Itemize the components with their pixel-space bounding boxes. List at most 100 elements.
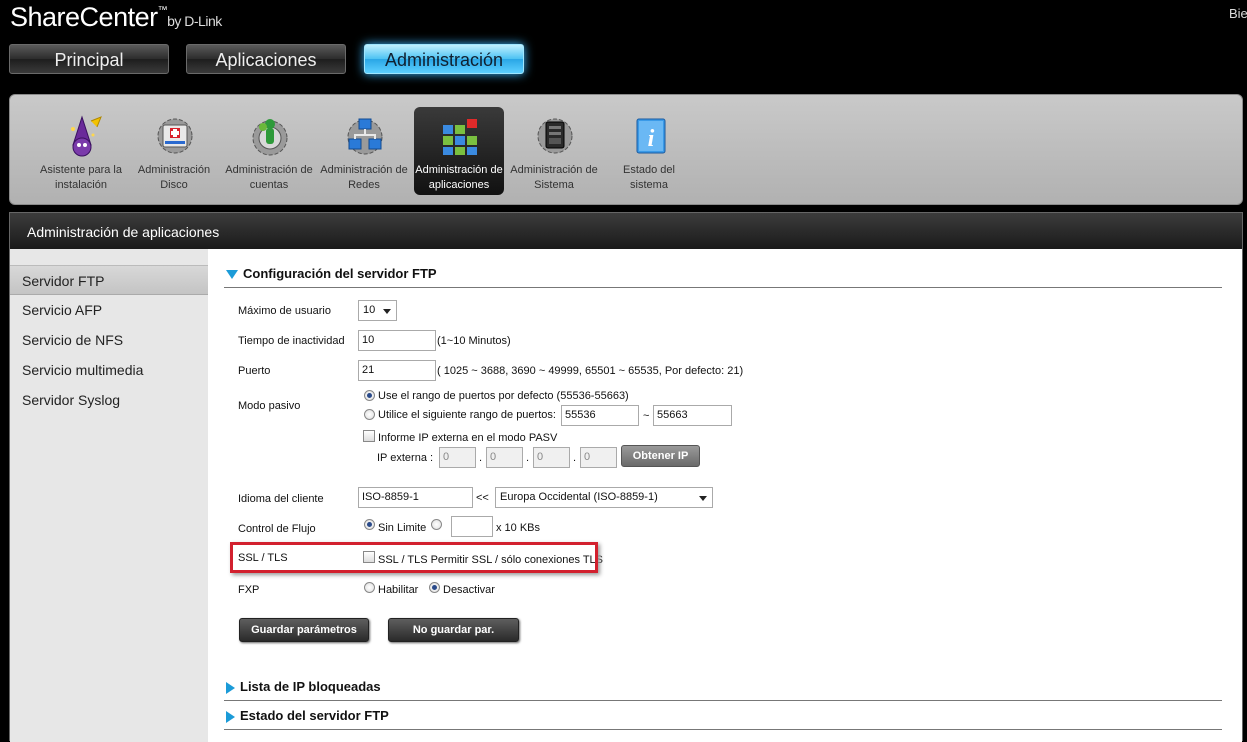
range-to-input[interactable]: 55663	[653, 405, 732, 426]
section-title: Lista de IP bloqueadas	[240, 679, 381, 694]
ip-dot: .	[573, 452, 577, 464]
client-lang-input[interactable]: ISO-8859-1	[358, 487, 473, 508]
toolbar-item-status[interactable]: i Estado del sistema	[604, 107, 694, 195]
welcome-text: Bie	[1229, 6, 1247, 21]
tab-aplicaciones[interactable]: Aplicaciones	[186, 44, 346, 74]
svg-text:i: i	[648, 126, 655, 152]
fxp-enable-text: Habilitar	[378, 584, 419, 596]
apps-icon	[443, 119, 477, 155]
disk-admin-icon	[157, 118, 193, 154]
sidebar: Servidor FTP Servicio AFP Servicio de NF…	[10, 249, 208, 742]
brand-by: by D-Link	[167, 13, 222, 29]
toolbar-item-label: Administración Disco	[137, 164, 211, 191]
passive-custom-radio[interactable]	[364, 409, 375, 420]
toolbar-item-wizard[interactable]: Asistente para la instalación	[36, 107, 126, 195]
range-separator: ~	[643, 410, 650, 422]
collapse-arrow-icon	[226, 270, 238, 280]
ip-octet-1[interactable]: 0	[439, 447, 476, 468]
external-ip-label: IP externa :	[377, 452, 434, 464]
range-from-input[interactable]: 55536	[561, 405, 639, 426]
max-users-value: 10	[363, 304, 376, 316]
sidebar-item-nfs[interactable]: Servicio de NFS	[10, 325, 208, 355]
fxp-enable-radio[interactable]	[364, 582, 375, 593]
report-ip-checkbox[interactable]	[363, 430, 375, 442]
toolbar-item-system[interactable]: Administración de Sistema	[509, 107, 599, 195]
idle-hint: (1~10 Minutos)	[437, 335, 511, 347]
toolbar-item-label: Administración de aplicaciones	[415, 164, 503, 191]
client-lang-option: Europa Occidental (ISO-8859-1)	[500, 491, 658, 503]
section-title: Estado del servidor FTP	[240, 708, 389, 723]
panel-title: Administración de aplicaciones	[10, 213, 1242, 249]
passive-default-radio[interactable]	[364, 390, 375, 401]
client-lang-label: Idioma del cliente	[238, 493, 324, 505]
expand-arrow-icon	[226, 681, 235, 694]
toolbar-item-network[interactable]: Administración de Redes	[319, 107, 409, 195]
app-header: ShareCenter™by D-Link Bie Principal Apli…	[0, 0, 1247, 86]
sidebar-item-syslog[interactable]: Servidor Syslog	[10, 385, 208, 415]
flow-unit: x 10 KBs	[496, 522, 541, 534]
network-icon	[347, 118, 383, 155]
toolbar-item-disk[interactable]: Administración Disco	[129, 107, 219, 195]
sidebar-item-afp[interactable]: Servicio AFP	[10, 295, 208, 325]
toolbar-item-label: Estado del sistema	[623, 164, 675, 191]
ip-dot: .	[526, 452, 530, 464]
port-input[interactable]: 21	[358, 360, 436, 381]
flow-label: Control de Flujo	[238, 523, 316, 535]
client-lang-select[interactable]: Europa Occidental (ISO-8859-1)	[495, 487, 713, 508]
port-label: Puerto	[238, 365, 271, 377]
chevron-down-icon	[383, 309, 391, 314]
ip-octet-3[interactable]: 0	[533, 447, 570, 468]
expand-arrow-icon	[226, 710, 235, 723]
divider	[224, 729, 1222, 730]
flow-unlimited-text: Sin Limite	[378, 522, 427, 534]
fxp-label: FXP	[238, 584, 260, 596]
max-users-label: Máximo de usuario	[238, 305, 331, 317]
client-lang-sep: <<	[476, 492, 489, 504]
port-hint: ( 1025 ~ 3688, 3690 ~ 49999, 65501 ~ 655…	[437, 365, 744, 377]
cancel-button[interactable]: No guardar par.	[388, 618, 519, 642]
divider	[224, 700, 1222, 701]
flow-unlimited-radio[interactable]	[364, 519, 375, 530]
section-blocked-ips[interactable]: Lista de IP bloqueadas	[226, 676, 381, 698]
toolbar-item-label: Administración de Sistema	[510, 164, 598, 191]
toolbar-item-label: Asistente para la instalación	[40, 164, 122, 191]
toolbar-item-apps[interactable]: Administración de aplicaciones	[414, 107, 504, 195]
tab-principal[interactable]: Principal	[9, 44, 169, 74]
flow-limit-input[interactable]	[451, 516, 493, 537]
report-ip-text: Informe IP externa en el modo PASV	[378, 432, 558, 444]
max-users-select[interactable]: 10	[358, 300, 397, 321]
toolbar-item-label: Administración de cuentas	[225, 164, 313, 191]
brand-tm: ™	[157, 5, 168, 16]
fxp-disable-text: Desactivar	[443, 584, 495, 596]
get-ip-button[interactable]: Obtener IP	[621, 445, 700, 467]
ip-octet-2[interactable]: 0	[486, 447, 523, 468]
passive-default-text: Use el rango de puertos por defecto (555…	[378, 390, 629, 402]
sidebar-item-multimedia[interactable]: Servicio multimedia	[10, 355, 208, 385]
fxp-disable-radio[interactable]	[429, 582, 440, 593]
idle-input[interactable]: 10	[358, 330, 436, 351]
chevron-down-icon	[699, 496, 707, 501]
tab-administracion[interactable]: Administración	[364, 44, 524, 74]
wizard-icon	[71, 115, 102, 157]
passive-label: Modo pasivo	[238, 400, 301, 412]
main-panel: Administración de aplicaciones Servidor …	[9, 212, 1243, 742]
section-ftp-config[interactable]: Configuración del servidor FTP	[226, 263, 437, 285]
passive-custom-text: Utilice el siguiente rango de puertos:	[378, 409, 556, 421]
sidebar-item-ftp[interactable]: Servidor FTP	[10, 265, 208, 295]
idle-label: Tiempo de inactividad	[238, 335, 345, 347]
ip-dot: .	[479, 452, 483, 464]
content-area: Configuración del servidor FTP Máximo de…	[208, 249, 1242, 742]
ip-octet-4[interactable]: 0	[580, 447, 617, 468]
toolbar-item-label: Administración de Redes	[320, 164, 408, 191]
toolbar-item-accounts[interactable]: Administración de cuentas	[224, 107, 314, 195]
admin-toolbar: Asistente para la instalación Administra…	[9, 94, 1243, 205]
divider	[224, 287, 1222, 288]
section-title: Configuración del servidor FTP	[243, 266, 437, 281]
system-icon	[537, 118, 573, 154]
section-ftp-status[interactable]: Estado del servidor FTP	[226, 705, 389, 727]
info-icon: i	[636, 118, 666, 154]
flow-limit-radio[interactable]	[431, 519, 442, 530]
brand-logo: ShareCenter™by D-Link	[10, 2, 222, 33]
ssl-highlight-box	[230, 542, 598, 573]
save-button[interactable]: Guardar parámetros	[239, 618, 369, 642]
